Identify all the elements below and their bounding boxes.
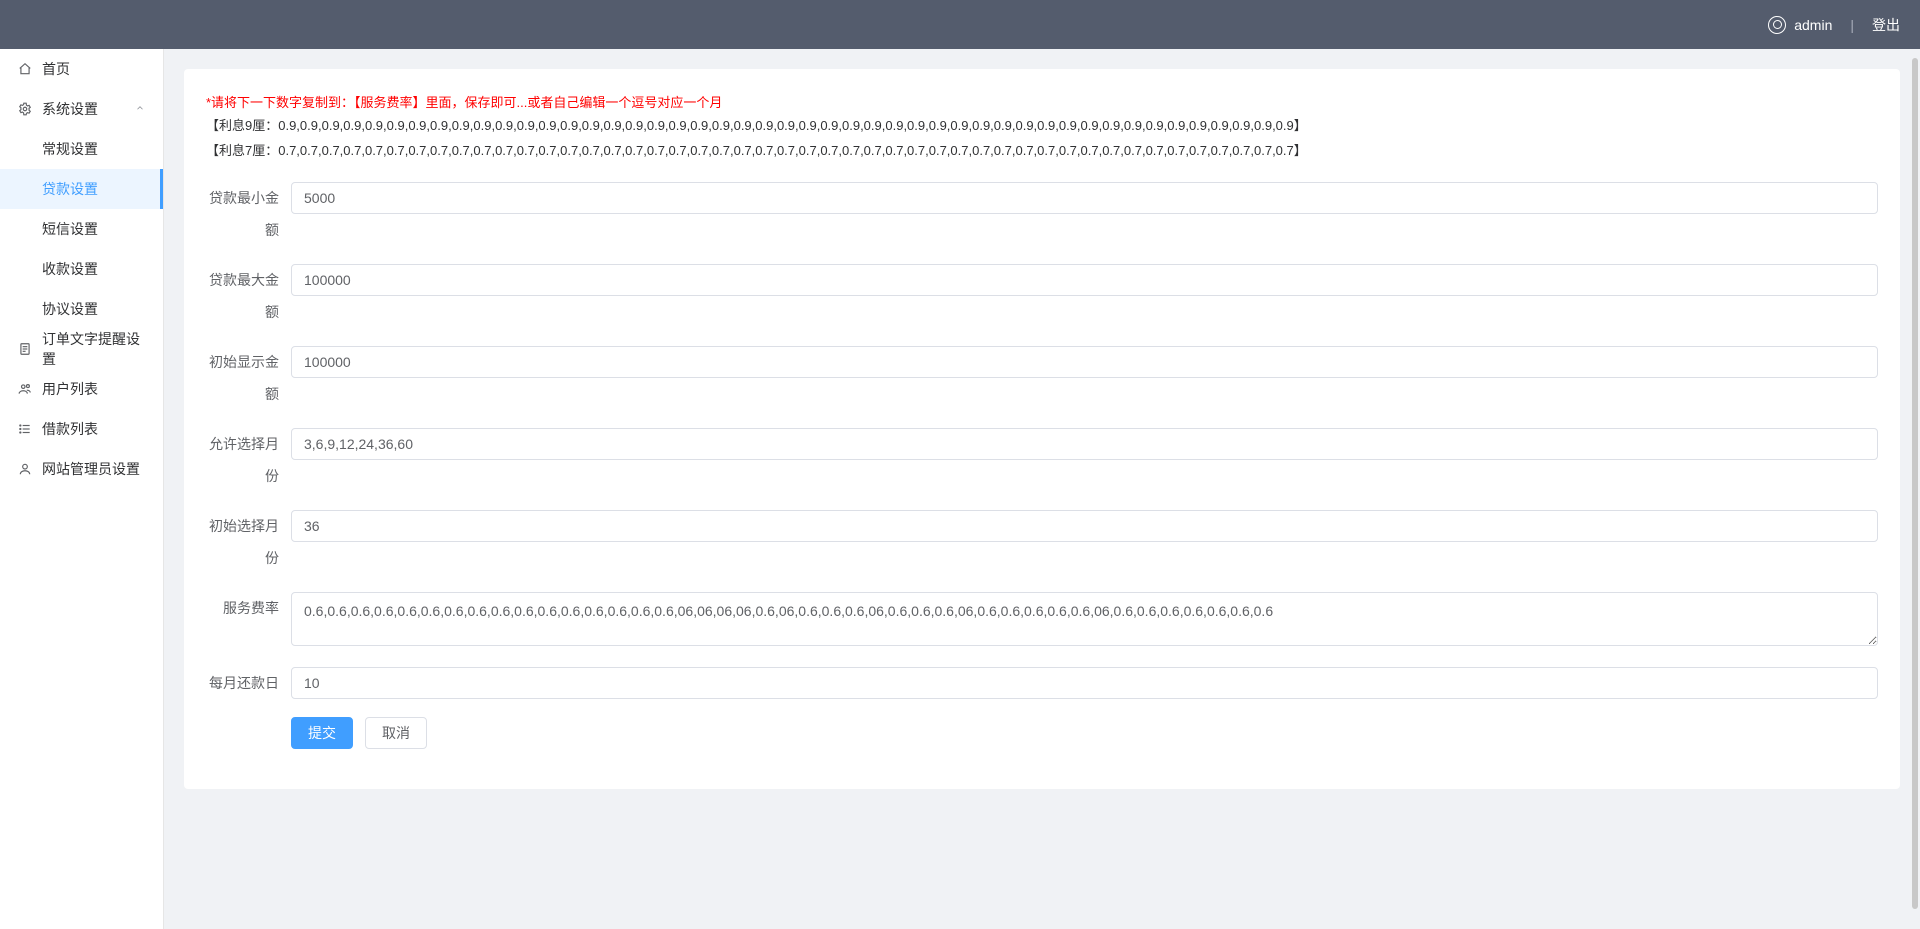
- sidebar-item-admins[interactable]: 网站管理员设置: [0, 449, 163, 489]
- sidebar: 首页 系统设置 常规设置 贷款设置 短信设置 收款设置 协议设置 订单文字: [0, 49, 164, 929]
- sidebar-sublabel: 短信设置: [42, 219, 98, 239]
- sidebar-label: 网站管理员设置: [42, 459, 140, 479]
- input-max-loan[interactable]: [291, 264, 1878, 296]
- users-icon: [18, 382, 32, 396]
- chevron-up-icon: [135, 102, 145, 116]
- sidebar-item-system-settings[interactable]: 系统设置: [0, 89, 163, 129]
- sidebar-subitem-general[interactable]: 常规设置: [0, 129, 163, 169]
- current-username[interactable]: admin: [1794, 17, 1832, 33]
- intro-hint: *请将下一下数字复制到：【服务费率】里面，保存即可...或者自己编辑一个逗号对应…: [206, 91, 1878, 114]
- sidebar-item-order-reminder[interactable]: 订单文字提醒设置: [0, 329, 163, 369]
- sidebar-label: 借款列表: [42, 419, 98, 439]
- sidebar-sublabel: 协议设置: [42, 299, 98, 319]
- label-init-month: 初始选择月份: [206, 510, 291, 574]
- input-init-month[interactable]: [291, 510, 1878, 542]
- sidebar-subitem-agreement[interactable]: 协议设置: [0, 289, 163, 329]
- loan-settings-form: 贷款最小金额 贷款最大金额 初始显示金额 允许选择月份: [206, 182, 1878, 749]
- sidebar-subitem-sms[interactable]: 短信设置: [0, 209, 163, 249]
- gear-icon: [18, 102, 32, 116]
- submit-button[interactable]: 提交: [291, 717, 353, 749]
- input-months-allowed[interactable]: [291, 428, 1878, 460]
- intro-line-9: 【利息9厘：0.9,0.9,0.9,0.9,0.9,0.9,0.9,0.9,0.…: [206, 114, 1878, 139]
- intro-line-7: 【利息7厘：0.7,0.7,0.7,0.7,0.7,0.7,0.7,0.7,0.…: [206, 139, 1878, 164]
- sidebar-sublabel: 常规设置: [42, 139, 98, 159]
- label-service-rate: 服务费率: [206, 592, 291, 624]
- scrollbar-thumb[interactable]: [1912, 58, 1918, 909]
- sidebar-subitem-payment[interactable]: 收款设置: [0, 249, 163, 289]
- main-content: *请将下一下数字复制到：【服务费率】里面，保存即可...或者自己编辑一个逗号对应…: [164, 49, 1920, 929]
- home-icon: [18, 62, 32, 76]
- sidebar-item-loans[interactable]: 借款列表: [0, 409, 163, 449]
- label-min-loan: 贷款最小金额: [206, 182, 291, 246]
- doc-icon: [18, 342, 32, 356]
- scrollbar[interactable]: [1912, 58, 1918, 909]
- input-repay-day[interactable]: [291, 667, 1878, 699]
- sidebar-label: 订单文字提醒设置: [42, 329, 145, 369]
- label-months-allowed: 允许选择月份: [206, 428, 291, 492]
- label-repay-day: 每月还款日: [206, 667, 291, 699]
- cancel-button[interactable]: 取消: [365, 717, 427, 749]
- sidebar-item-users[interactable]: 用户列表: [0, 369, 163, 409]
- person-icon: [18, 462, 32, 476]
- list-icon: [18, 422, 32, 436]
- logout-link[interactable]: 登出: [1872, 15, 1900, 35]
- input-min-loan[interactable]: [291, 182, 1878, 214]
- settings-card: *请将下一下数字复制到：【服务费率】里面，保存即可...或者自己编辑一个逗号对应…: [184, 69, 1900, 789]
- label-init-display: 初始显示金额: [206, 346, 291, 410]
- sidebar-subitem-loan[interactable]: 贷款设置: [0, 169, 163, 209]
- top-header: admin | 登出: [0, 0, 1920, 49]
- sidebar-label: 用户列表: [42, 379, 98, 399]
- user-avatar-icon: [1768, 16, 1786, 34]
- sidebar-sublabel: 收款设置: [42, 259, 98, 279]
- textarea-service-rate[interactable]: [291, 592, 1878, 646]
- sidebar-label: 系统设置: [42, 99, 98, 119]
- sidebar-item-home[interactable]: 首页: [0, 49, 163, 89]
- input-init-display[interactable]: [291, 346, 1878, 378]
- label-max-loan: 贷款最大金额: [206, 264, 291, 328]
- sidebar-label: 首页: [42, 59, 70, 79]
- header-separator: |: [1850, 17, 1854, 33]
- sidebar-sublabel: 贷款设置: [42, 179, 98, 199]
